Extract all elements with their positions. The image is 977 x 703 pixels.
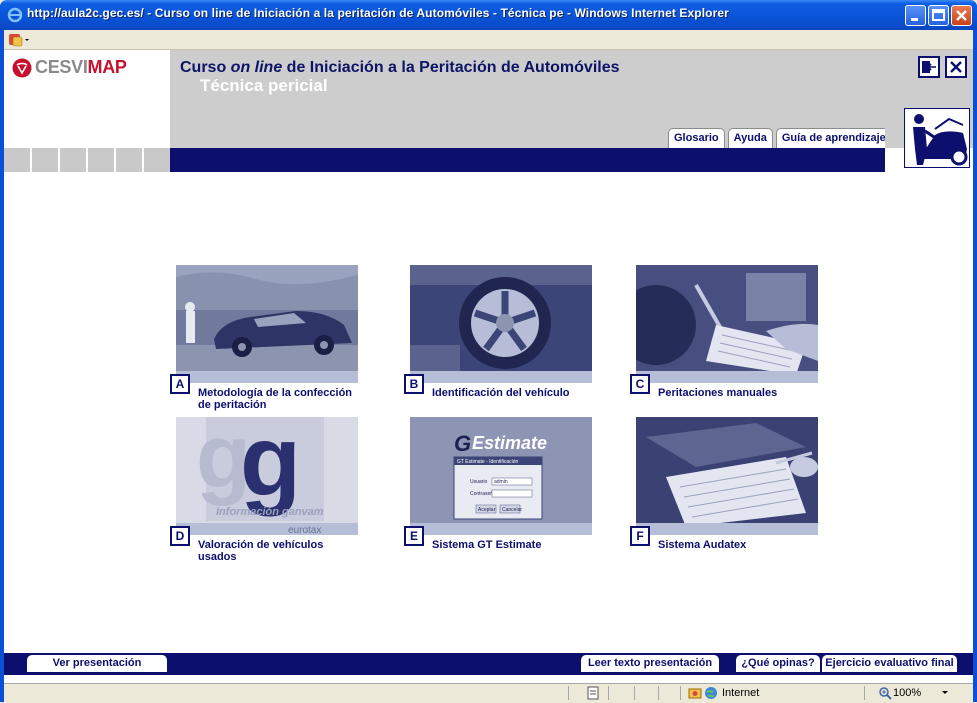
cesvimap-logo: CESVIMAP bbox=[35, 57, 127, 77]
browser-window: http://aula2c.gec.es/ - Curso on line de… bbox=[0, 0, 977, 702]
svg-text:admin: admin bbox=[494, 479, 508, 485]
ie-icon bbox=[7, 7, 23, 23]
svg-text:Información ganvam: Información ganvam bbox=[216, 506, 324, 518]
window-title: http://aula2c.gec.es/ - Curso on line de… bbox=[27, 6, 729, 20]
tab-guia-aprendizaje[interactable]: Guía de aprendizaje bbox=[775, 128, 892, 148]
module-d-photo[interactable]: g g Información ganvam eurotax bbox=[176, 417, 358, 535]
module-letter: F bbox=[630, 526, 650, 546]
leer-texto-button[interactable]: Leer texto presentación bbox=[581, 655, 719, 672]
decorative-tiles bbox=[4, 148, 170, 172]
close-icon bbox=[956, 10, 967, 21]
module-letter: A bbox=[170, 374, 190, 394]
svg-text:Aceptar: Aceptar bbox=[478, 507, 496, 513]
translate-menu-icon[interactable] bbox=[8, 32, 30, 51]
exit-course-icon[interactable] bbox=[918, 56, 940, 78]
zoom-dropdown-icon[interactable] bbox=[940, 685, 950, 702]
ver-presentacion-button[interactable]: Ver presentación bbox=[27, 655, 167, 672]
internet-zone-icon bbox=[704, 686, 718, 703]
ejercicio-evaluativo-button[interactable]: Ejercicio evaluativo final bbox=[822, 655, 957, 672]
protected-mode-icon bbox=[688, 686, 702, 703]
course-page: CESVIMAP Curso on line de Iniciación a l… bbox=[4, 50, 973, 683]
module-label[interactable]: Sistema Audatex bbox=[658, 539, 818, 551]
module-label[interactable]: Identificación del vehículo bbox=[432, 387, 592, 399]
course-title: Curso on line de Iniciación a la Peritac… bbox=[180, 59, 620, 76]
module-c-photo[interactable] bbox=[636, 265, 818, 383]
que-opinas-button[interactable]: ¿Qué opinas? bbox=[736, 655, 820, 672]
module-letter: E bbox=[404, 526, 424, 546]
svg-text:Estimate: Estimate bbox=[472, 433, 547, 453]
close-window-button[interactable] bbox=[951, 5, 972, 26]
svg-text:GT Estimate - Identificación: GT Estimate - Identificación bbox=[457, 459, 519, 465]
close-course-icon[interactable] bbox=[945, 56, 967, 78]
zoom-level[interactable]: 100% bbox=[893, 687, 921, 699]
maximize-icon bbox=[932, 9, 945, 21]
title-bar[interactable]: http://aula2c.gec.es/ - Curso on line de… bbox=[0, 0, 977, 30]
module-b-photo[interactable] bbox=[410, 265, 592, 383]
header-navy-band bbox=[170, 148, 885, 172]
cesvimap-logo-icon bbox=[12, 58, 32, 82]
tab-ayuda[interactable]: Ayuda bbox=[727, 128, 773, 148]
command-bar bbox=[4, 30, 973, 50]
course-subtitle: Técnica pericial bbox=[200, 76, 328, 95]
page-status-icon bbox=[586, 686, 600, 703]
module-label[interactable]: Sistema GT Estimate bbox=[432, 539, 592, 551]
security-zone-label: Internet bbox=[722, 687, 760, 699]
module-a-photo[interactable] bbox=[176, 265, 358, 383]
mechanic-illustration-icon bbox=[904, 108, 970, 168]
module-label[interactable]: Metodología de la confección de peritaci… bbox=[198, 387, 358, 411]
module-f-photo[interactable] bbox=[636, 417, 818, 535]
browser-client-area: CESVIMAP Curso on line de Iniciación a l… bbox=[4, 30, 973, 702]
module-e-photo[interactable]: G Estimate GT Estimate - Identificación … bbox=[410, 417, 592, 535]
svg-text:Usuario: Usuario bbox=[470, 479, 487, 485]
module-letter: B bbox=[404, 374, 424, 394]
minimize-icon bbox=[911, 18, 918, 21]
top-tabs: Glosario Ayuda Guía de aprendizaje bbox=[668, 128, 892, 148]
status-bar: Internet 100% bbox=[4, 683, 973, 702]
minimize-button[interactable] bbox=[905, 5, 926, 26]
bottom-nav-bar: Ver presentación Leer texto presentación… bbox=[4, 653, 973, 675]
module-letter: C bbox=[630, 374, 650, 394]
svg-text:G: G bbox=[454, 431, 471, 456]
module-label[interactable]: Peritaciones manuales bbox=[658, 387, 818, 399]
tab-glosario[interactable]: Glosario bbox=[668, 128, 725, 148]
maximize-button[interactable] bbox=[928, 5, 949, 26]
logo-area: CESVIMAP bbox=[4, 50, 170, 148]
svg-text:g: g bbox=[240, 417, 301, 517]
module-letter: D bbox=[170, 526, 190, 546]
zoom-icon bbox=[878, 686, 892, 703]
module-label[interactable]: Valoración de vehículos usados bbox=[198, 539, 358, 563]
svg-text:eurotax: eurotax bbox=[288, 525, 321, 535]
svg-text:Cancelar: Cancelar bbox=[502, 507, 522, 513]
